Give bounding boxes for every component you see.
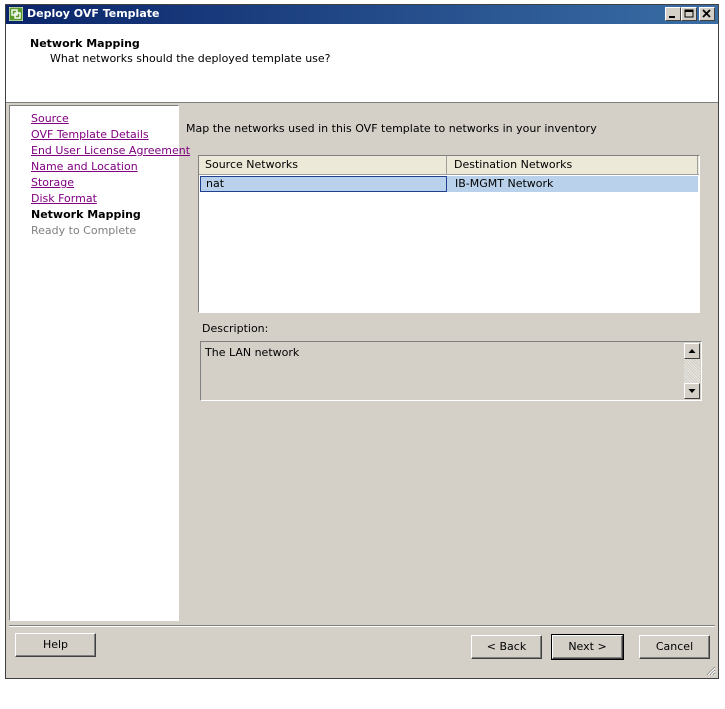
deploy-ovf-window: Deploy OVF Template Network Mapping What…: [5, 4, 719, 679]
maximize-icon: [684, 9, 694, 18]
nav-step-source[interactable]: Source: [31, 111, 178, 127]
window-title: Deploy OVF Template: [27, 7, 160, 20]
resize-grip-icon[interactable]: [704, 664, 716, 676]
scroll-down-button[interactable]: [684, 383, 700, 399]
nav-step-ovf-template-details[interactable]: OVF Template Details: [31, 127, 178, 143]
close-icon: [702, 9, 711, 18]
source-network-cell[interactable]: nat: [200, 176, 447, 192]
column-header-destination[interactable]: Destination Networks: [448, 156, 698, 174]
cancel-button[interactable]: Cancel: [639, 635, 710, 659]
title-bar[interactable]: Deploy OVF Template: [6, 5, 718, 24]
network-mapping-panel: Map the networks used in this OVF templa…: [183, 105, 717, 621]
nav-step-disk-format[interactable]: Disk Format: [31, 191, 178, 207]
footer-separator: [9, 625, 715, 627]
destination-network-cell[interactable]: IB-MGMT Network: [449, 176, 698, 192]
wizard-steps-nav: Source OVF Template Details End User Licen…: [9, 105, 190, 621]
mapping-prompt: Map the networks used in this OVF templa…: [186, 122, 597, 135]
table-row[interactable]: nat IB-MGMT Network: [200, 176, 698, 192]
close-button[interactable]: [699, 7, 715, 21]
nav-step-network-mapping: Network Mapping: [31, 208, 141, 221]
scroll-up-button[interactable]: [684, 343, 700, 359]
description-scrollbar[interactable]: [684, 343, 700, 399]
step-title: Network Mapping: [30, 37, 140, 50]
nav-step-ready-to-complete: Ready to Complete: [31, 224, 137, 237]
nav-step-end-user-license-agreement[interactable]: End User License Agreement: [31, 143, 190, 159]
table-header: Source Networks Destination Networks: [199, 156, 699, 175]
minimize-button[interactable]: [665, 7, 681, 21]
description-label: Description:: [202, 322, 269, 335]
nav-step-storage[interactable]: Storage: [31, 175, 178, 191]
back-button[interactable]: < Back: [471, 635, 542, 659]
arrow-up-icon: [688, 349, 696, 353]
wizard-header: Network Mapping What networks should the…: [6, 24, 718, 103]
nav-step-name-and-location[interactable]: Name and Location: [31, 159, 178, 175]
step-subtitle: What networks should the deployed templa…: [50, 52, 331, 65]
help-button[interactable]: Help: [15, 633, 96, 657]
vsphere-app-icon: [9, 7, 23, 21]
description-box: The LAN network: [200, 341, 702, 401]
minimize-icon: [669, 16, 675, 18]
next-button[interactable]: Next >: [551, 634, 624, 660]
network-mapping-table[interactable]: Source Networks Destination Networks nat…: [198, 155, 700, 313]
description-text: The LAN network: [205, 346, 300, 359]
column-header-source[interactable]: Source Networks: [199, 156, 447, 174]
maximize-button[interactable]: [681, 7, 697, 21]
arrow-down-icon: [688, 389, 696, 393]
